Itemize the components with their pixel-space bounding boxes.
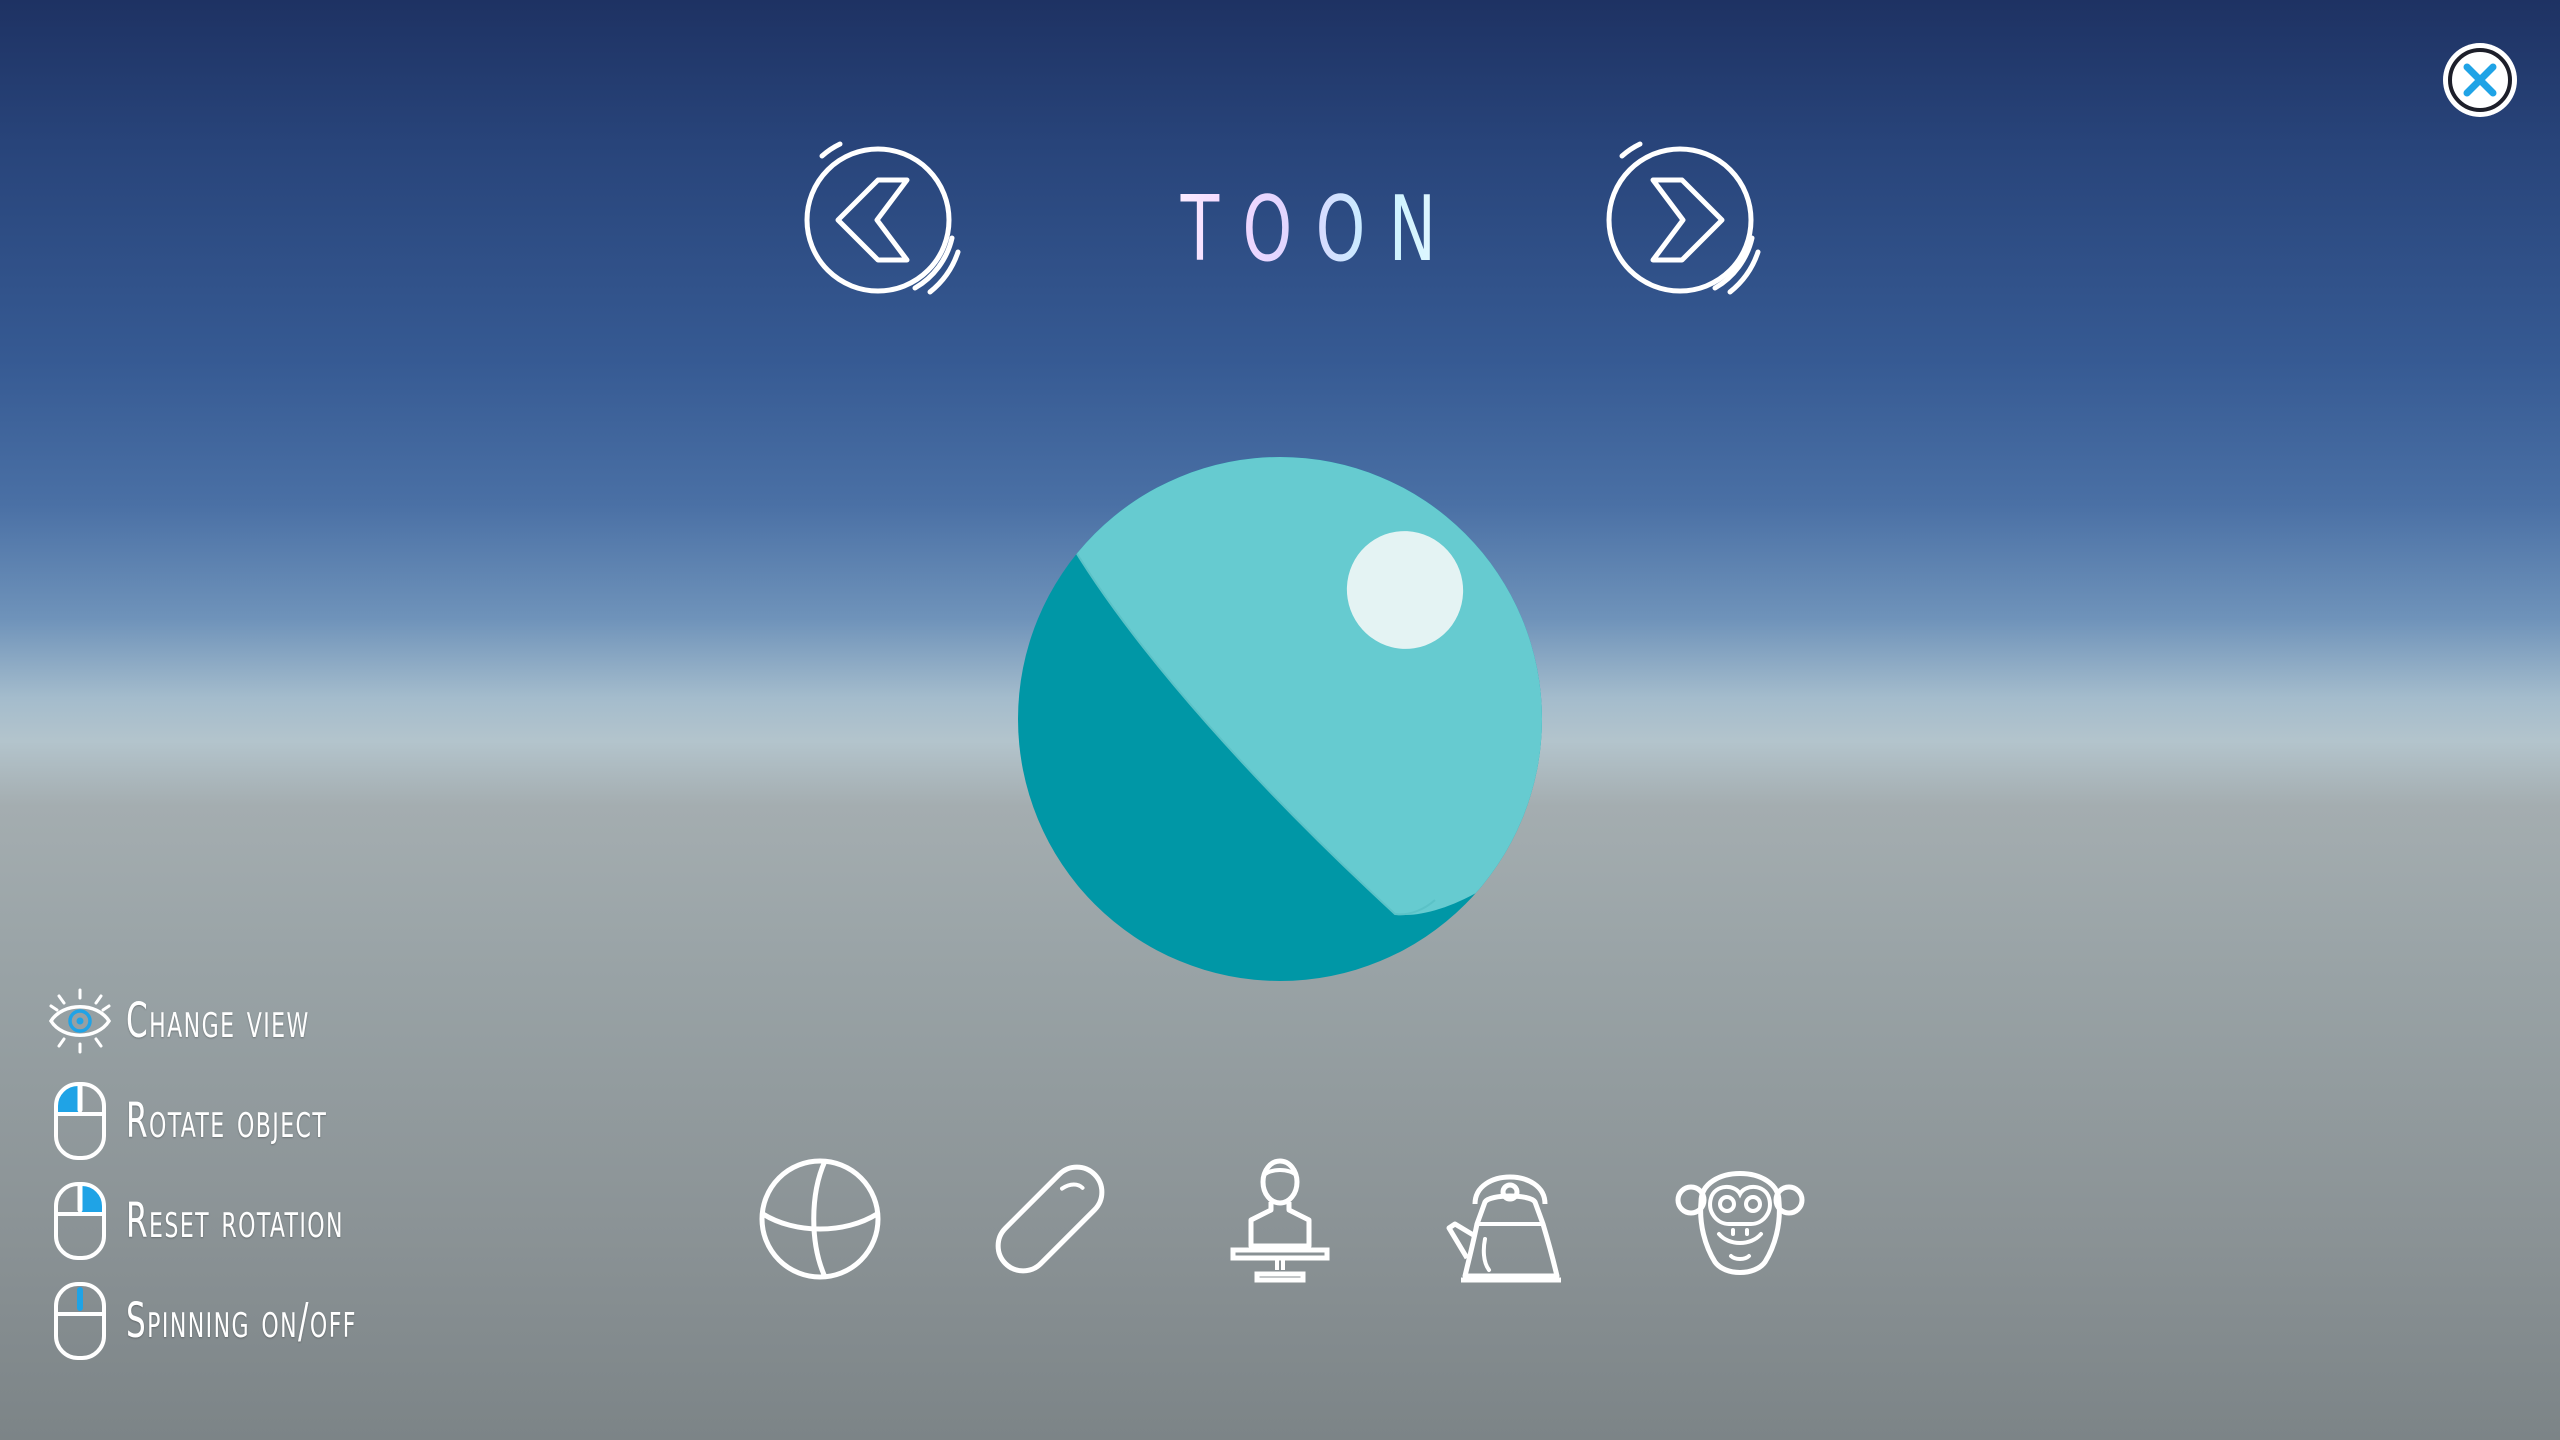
- bust-icon: [1230, 1158, 1330, 1283]
- shader-title: TOON: [1133, 170, 1507, 290]
- previous-button[interactable]: [800, 140, 961, 300]
- monkey-icon: [1675, 1171, 1805, 1275]
- object-capsule-button[interactable]: [985, 1154, 1115, 1284]
- control-label: Rotate object: [126, 1093, 328, 1149]
- close-icon: [2443, 43, 2517, 117]
- chevron-right-icon: [1606, 141, 1761, 295]
- toon-sphere: [1018, 457, 1542, 981]
- preview-sphere[interactable]: [1015, 454, 1545, 984]
- object-monkey-button[interactable]: [1675, 1154, 1805, 1284]
- mouse-right-icon: [44, 1178, 116, 1264]
- control-label: Reset rotation: [126, 1193, 344, 1249]
- control-spinning-toggle: Spinning on/off: [44, 1278, 447, 1364]
- control-label: Change view: [126, 993, 310, 1049]
- mouse-middle-icon: [44, 1278, 116, 1364]
- teapot-icon: [1446, 1174, 1561, 1283]
- object-sphere-button[interactable]: [755, 1154, 885, 1284]
- object-teapot-button[interactable]: [1445, 1154, 1575, 1284]
- close-button[interactable]: [2438, 38, 2522, 122]
- control-rotate-object: Rotate object: [44, 1078, 406, 1164]
- sphere-icon: [759, 1158, 881, 1280]
- control-label: Spinning on/off: [126, 1293, 357, 1349]
- next-button[interactable]: [1600, 140, 1761, 300]
- capsule-icon: [995, 1164, 1105, 1274]
- control-reset-rotation: Reset rotation: [44, 1178, 429, 1264]
- control-change-view: Change view: [44, 978, 381, 1064]
- mouse-left-icon: [44, 1078, 116, 1164]
- object-bust-button[interactable]: [1215, 1154, 1345, 1284]
- eye-icon: [44, 978, 116, 1064]
- chevron-left-icon: [804, 141, 961, 295]
